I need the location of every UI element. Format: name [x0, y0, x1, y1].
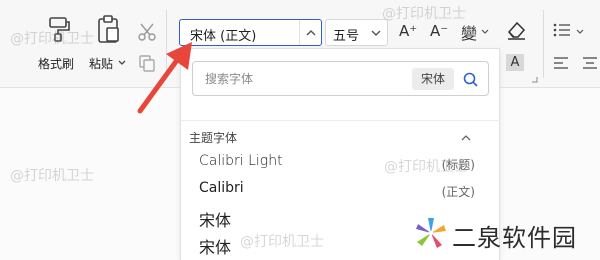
phonetic-guide-icon[interactable]: 變	[461, 20, 477, 44]
watermark: @打印机卫士	[382, 6, 466, 22]
section-title: 主题字体	[189, 131, 238, 145]
brand-name: 二泉软件园	[452, 224, 577, 252]
dropdown-divider	[181, 120, 501, 121]
format-painter-label[interactable]: 格式刷	[38, 55, 74, 72]
paste-dropdown-icon[interactable]	[118, 60, 126, 66]
paste-icon[interactable]	[96, 14, 120, 44]
font-name-dropdown-button[interactable]	[299, 20, 321, 45]
font-item-name: Calibri	[199, 180, 244, 196]
search-chip[interactable]: 宋体	[412, 68, 454, 90]
font-size-value: 五号	[333, 29, 360, 44]
font-item-name: 宋体	[199, 238, 232, 257]
collapse-icon[interactable]	[461, 134, 471, 141]
clear-format-icon[interactable]	[505, 20, 527, 40]
font-grow-icon[interactable]: A⁺	[399, 22, 417, 40]
dialog-launcher-icon[interactable]	[531, 76, 538, 83]
chevron-down-icon	[371, 30, 381, 36]
font-item-name: 宋体	[199, 211, 232, 230]
bullet-list-icon[interactable]	[553, 22, 571, 38]
brand-logo: 二泉软件园	[412, 212, 600, 258]
character-shading-icon[interactable]: A	[506, 54, 524, 71]
watermark: @打印机卫士	[384, 159, 468, 175]
watermark: @打印机卫士	[10, 31, 94, 47]
font-shrink-icon[interactable]: A⁻	[430, 22, 448, 40]
font-item-calibri[interactable]: Calibri (正文)	[181, 180, 501, 204]
chevron-down-icon[interactable]	[576, 29, 584, 35]
paste-label[interactable]: 粘贴	[89, 55, 113, 72]
watermark: @打印机卫士	[240, 234, 324, 250]
font-item-name: Calibri Light	[199, 153, 283, 169]
watermark: @打印机卫士	[10, 168, 94, 184]
search-icon[interactable]	[463, 72, 478, 87]
font-search-input[interactable]	[205, 70, 395, 88]
align-center-icon[interactable]	[582, 56, 598, 70]
font-size-combobox[interactable]: 五号	[325, 19, 388, 46]
align-left-icon[interactable]	[553, 56, 569, 70]
annotation-arrow-icon	[137, 42, 192, 114]
font-name-combobox[interactable]: 宋体 (正文)	[179, 19, 322, 46]
chevron-down-icon[interactable]	[481, 29, 489, 35]
pinwheel-logo-icon	[416, 218, 446, 248]
ribbon-divider	[543, 10, 544, 78]
font-search-box[interactable]: 宋体	[192, 61, 489, 96]
chevron-up-icon	[306, 30, 316, 36]
font-item-tag: (正文)	[441, 185, 475, 199]
